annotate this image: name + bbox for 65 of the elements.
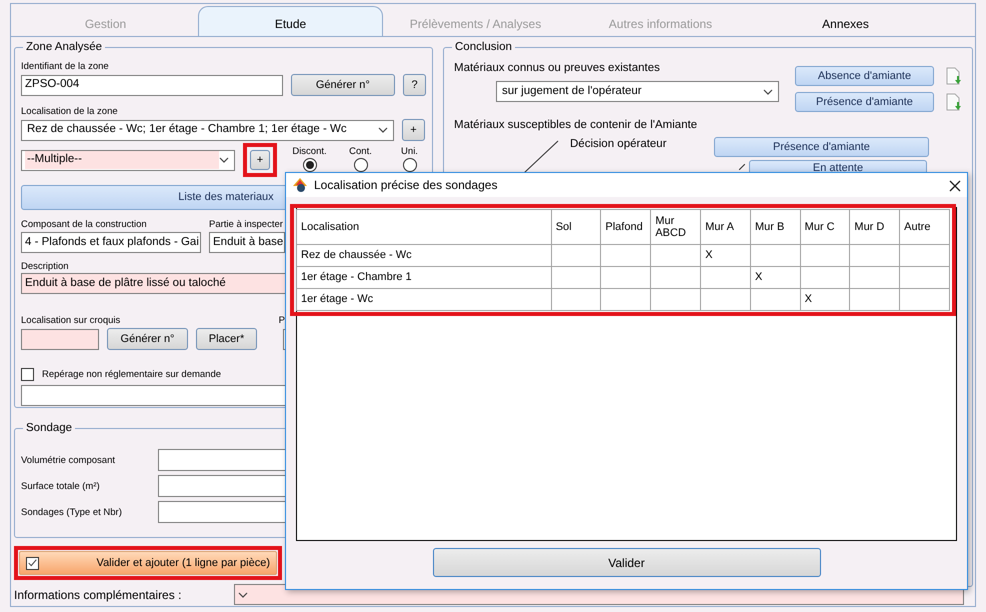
field-label: Partie à inspecter — [209, 218, 284, 231]
radio-button[interactable] — [302, 158, 316, 172]
radio-label: Discont. — [292, 144, 327, 158]
column-header[interactable]: Mur D — [850, 210, 900, 244]
text-field[interactable]: Enduit à base — [209, 232, 285, 253]
table-cell: X — [750, 266, 800, 288]
absence-button[interactable]: Absence d'amiante — [795, 66, 934, 86]
checkbox-label: Repérage non réglementaire sur demande — [42, 368, 222, 381]
table-cell: X — [700, 244, 750, 266]
decision-label: Décision opérateur — [570, 137, 667, 152]
column-header[interactable]: Mur ABCD — [650, 210, 701, 244]
field-label: P — [278, 314, 285, 327]
field-label: Surface totale (m²) — [21, 480, 101, 492]
text-field[interactable] — [21, 328, 99, 350]
field-label: Composant de la construction — [21, 218, 148, 231]
column-header[interactable]: Autre — [900, 210, 950, 244]
column-header[interactable]: Localisation — [296, 210, 552, 244]
add-button[interactable]: + — [402, 119, 425, 141]
tab[interactable]: Etude — [198, 6, 383, 36]
column-header[interactable]: Plafond — [600, 210, 651, 244]
field-label: Informations complémentaires : — [14, 586, 182, 604]
group-title: Sondage — [23, 421, 76, 435]
field-label: Volumétrie composant — [21, 454, 116, 466]
field-label: Description — [21, 260, 70, 273]
column-header[interactable]: Mur C — [800, 210, 850, 244]
presence-button[interactable]: Présence d'amiante — [795, 92, 934, 112]
location-dropdown[interactable]: Rez de chaussée - Wc; 1er étage - Chambre 1; 1er étage - Wc — [21, 120, 394, 140]
add-button[interactable]: + — [250, 150, 270, 170]
table-cell: X — [800, 288, 850, 310]
tab[interactable]: Annexes — [753, 4, 938, 36]
field-label: Identifiant de la zone — [21, 60, 110, 73]
known-dropdown[interactable]: sur jugement de l'opérateur — [496, 81, 779, 102]
checkbox[interactable] — [21, 368, 34, 381]
field-label: Localisation sur croquis — [21, 314, 120, 327]
group-title: Zone Analysée — [23, 40, 106, 54]
radio-label: Cont. — [349, 144, 372, 158]
connector-line — [739, 164, 745, 170]
radio-label: Uni. — [401, 144, 418, 158]
multiple-dropdown[interactable]: --Multiple-- — [21, 150, 235, 170]
generate-button[interactable]: Générer n° — [107, 328, 188, 350]
validate-add-label: Valider et ajouter (1 ligne par pièce) — [96, 556, 270, 571]
validate-add-button[interactable]: Valider et ajouter (1 ligne par pièce) — [19, 551, 277, 575]
document-download-icon[interactable] — [946, 67, 962, 85]
field-label: Sondages (Type et Nbr) — [21, 506, 123, 518]
field-label: Matériaux susceptibles de contenir de l'Amiante — [454, 118, 698, 133]
presence-button[interactable]: Présence d'amiante — [714, 137, 929, 158]
column-header[interactable]: Mur A — [700, 210, 750, 244]
document-download-icon[interactable] — [946, 93, 962, 111]
column-header[interactable]: Sol — [551, 210, 601, 244]
app-icon — [292, 177, 308, 193]
help-button[interactable]: ? — [403, 74, 426, 96]
table-cell: 1er étage - Chambre 1 — [296, 266, 552, 288]
validate-button[interactable]: Valider — [432, 548, 820, 577]
text-field[interactable]: 4 - Plafonds et faux plafonds - Gai — [21, 232, 201, 253]
text-field[interactable]: ZPSO-004 — [21, 74, 283, 96]
column-header[interactable]: Mur B — [750, 210, 800, 244]
field-label: Matériaux connus ou preuves existantes — [454, 61, 661, 76]
table-cell: 1er étage - Wc — [296, 288, 552, 310]
radio-button[interactable] — [402, 158, 416, 172]
generate-button[interactable]: Générer n° — [290, 74, 396, 96]
radio-button[interactable] — [354, 158, 368, 172]
checkbox[interactable] — [26, 556, 39, 570]
place-button[interactable]: Placer* — [196, 328, 257, 350]
table-cell: Rez de chaussée - Wc — [296, 244, 552, 266]
field-label: Localisation de la zone — [21, 105, 119, 118]
